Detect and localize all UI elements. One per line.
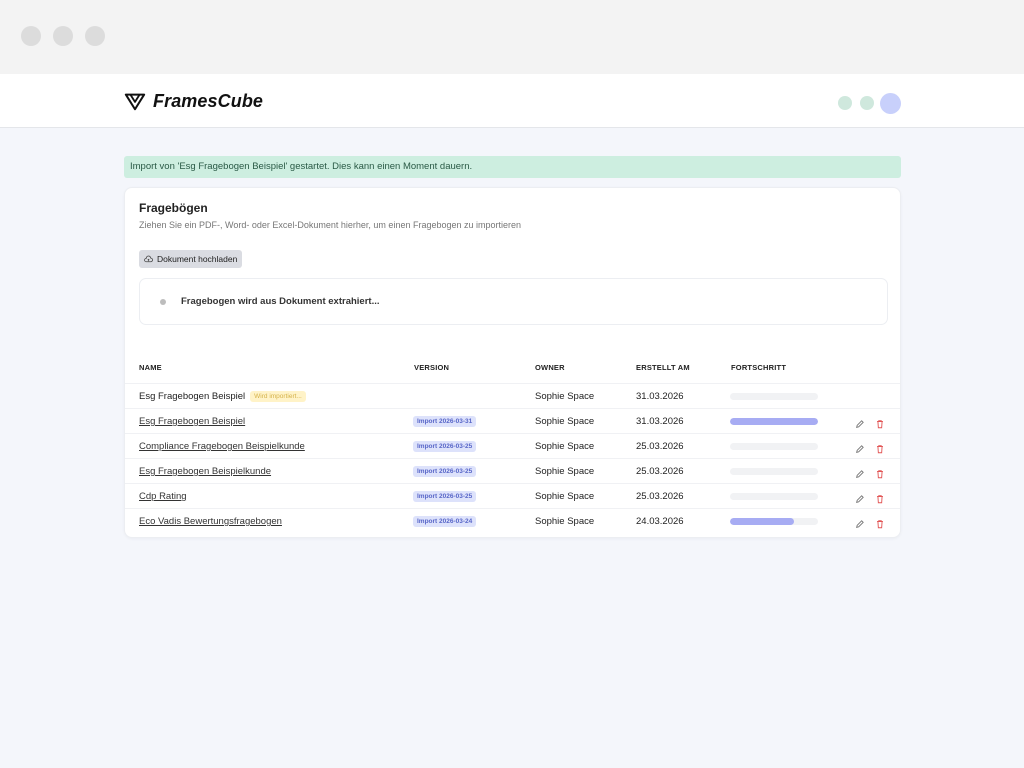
progress-bar-fill [730, 518, 795, 525]
version-badge: Import 2026-03-25 [413, 491, 477, 502]
column-header-owner[interactable]: OWNER [535, 363, 565, 372]
progress-bar [730, 443, 818, 450]
owner-cell: Sophie Space [535, 416, 595, 427]
version-badge: Import 2026-03-25 [413, 466, 477, 477]
delete-trash-icon[interactable] [875, 491, 885, 504]
brand[interactable]: FramesCube [124, 90, 263, 112]
owner-cell: Sophie Space [535, 441, 595, 452]
progress-bar-fill [730, 418, 818, 425]
dropzone-hint: Ziehen Sie ein PDF-, Word- oder Excel-Do… [139, 220, 522, 230]
upload-document-button[interactable]: Dokument hochladen [139, 250, 243, 268]
delete-trash-icon[interactable] [875, 466, 885, 479]
page-title: Fragebögen [139, 201, 208, 215]
extraction-status-text: Fragebogen wird aus Dokument extrahiert.… [181, 296, 380, 307]
created-date-cell: 25.03.2026 [636, 491, 684, 502]
delete-trash-icon[interactable] [875, 416, 885, 429]
owner-cell: Sophie Space [535, 516, 595, 527]
user-avatar[interactable] [880, 93, 901, 114]
edit-pencil-icon[interactable] [855, 516, 865, 528]
created-date-cell: 25.03.2026 [636, 466, 684, 477]
questionnaire-name: Esg Fragebogen Beispiel Wird importiert..… [139, 384, 306, 409]
edit-pencil-icon[interactable] [855, 491, 865, 503]
window-chrome [0, 0, 1024, 74]
import-notice: Import von 'Esg Fragebogen Beispiel' ges… [124, 156, 901, 178]
column-header-progress[interactable]: FORTSCHRITT [731, 363, 786, 372]
questionnaire-name[interactable]: Compliance Fragebogen Beispielkunde [139, 434, 305, 459]
owner-cell: Sophie Space [535, 391, 595, 402]
table-row: Esg Fragebogen Beispiel Import 2026-03-31… [125, 408, 900, 433]
table-row: Compliance Fragebogen Beispielkunde Impor… [125, 433, 900, 458]
window-close-button[interactable] [21, 26, 41, 46]
delete-trash-icon[interactable] [875, 441, 885, 454]
version-badge: Import 2026-03-31 [413, 416, 477, 427]
window-maximize-button[interactable] [85, 26, 105, 46]
cloud-upload-icon [144, 255, 153, 262]
table-row: Esg Fragebogen Beispielkunde Import 2026-… [125, 458, 900, 483]
brand-name: FramesCube [153, 90, 264, 111]
column-header-created[interactable]: ERSTELLT AM [636, 363, 690, 372]
progress-bar [730, 393, 818, 400]
table-row: Esg Fragebogen Beispiel Wird importiert..… [125, 383, 900, 408]
version-badge: Import 2026-03-24 [413, 516, 477, 527]
edit-pencil-icon[interactable] [855, 416, 865, 428]
edit-pencil-icon[interactable] [855, 441, 865, 453]
owner-cell: Sophie Space [535, 466, 595, 477]
progress-bar [730, 493, 818, 500]
header-status-dot [838, 96, 852, 110]
questionnaire-name[interactable]: Cdp Rating [139, 484, 187, 509]
questionnaire-name[interactable]: Esg Fragebogen Beispiel [139, 409, 245, 434]
questionnaire-name[interactable]: Eco Vadis Bewertungsfragebogen [139, 509, 282, 534]
column-header-name[interactable]: NAME [139, 363, 162, 372]
questionnaire-name[interactable]: Esg Fragebogen Beispielkunde [139, 459, 271, 484]
owner-cell: Sophie Space [535, 491, 595, 502]
delete-trash-icon[interactable] [875, 516, 885, 529]
column-header-version[interactable]: VERSION [414, 363, 449, 372]
progress-bar [730, 418, 818, 425]
table-row: Eco Vadis Bewertungsfragebogen Import 202… [125, 508, 900, 533]
header-status-dot [860, 96, 874, 110]
created-date-cell: 24.03.2026 [636, 516, 684, 527]
import-status-badge: Wird importiert... [250, 390, 306, 402]
version-badge: Import 2026-03-25 [413, 441, 477, 452]
created-date-cell: 25.03.2026 [636, 441, 684, 452]
upload-document-label: Dokument hochladen [157, 254, 238, 264]
created-date-cell: 31.03.2026 [636, 416, 684, 427]
progress-bar [730, 518, 818, 525]
framescube-logo-icon [124, 93, 146, 111]
questionnaires-card: Fragebögen Ziehen Sie ein PDF-, Word- od… [124, 187, 901, 538]
table-row: Cdp Rating Import 2026-03-25 Sophie Space 2… [125, 483, 900, 508]
loading-indicator-icon [160, 299, 166, 305]
created-date-cell: 31.03.2026 [636, 391, 684, 402]
extraction-status-panel: Fragebogen wird aus Dokument extrahiert.… [139, 278, 888, 325]
progress-bar [730, 468, 818, 475]
window-minimize-button[interactable] [53, 26, 73, 46]
edit-pencil-icon[interactable] [855, 466, 865, 478]
